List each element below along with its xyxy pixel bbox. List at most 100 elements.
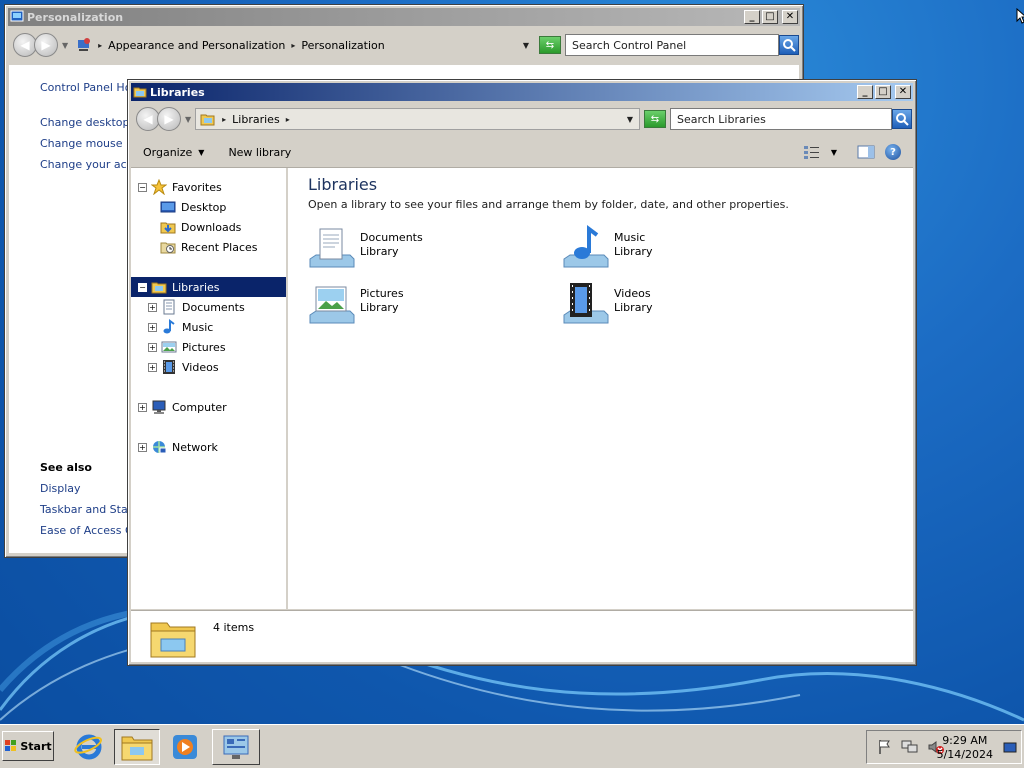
- address-bar[interactable]: ▸ Libraries ▸ ▼: [195, 108, 640, 130]
- tree-item-downloads[interactable]: Downloads: [131, 217, 286, 237]
- videos-library-icon: [563, 283, 609, 324]
- details-pane: 4 items: [131, 610, 913, 662]
- preview-pane-icon[interactable]: [857, 144, 875, 160]
- library-item-documents[interactable]: Documents Library: [308, 225, 423, 273]
- pictures-icon: [161, 341, 177, 353]
- minimize-button[interactable]: _: [744, 10, 760, 24]
- libraries-window[interactable]: Libraries _ □ ✕ ◀ ▶ ▼ ▸ Libraries ▸ ▼ ⇆ …: [127, 79, 917, 666]
- taskbar-control-panel[interactable]: [212, 729, 260, 765]
- personalization-icon: [10, 10, 24, 22]
- expand-toggle[interactable]: +: [138, 402, 147, 412]
- tree-item-favorites[interactable]: − Favorites: [131, 177, 286, 197]
- breadcrumb-libraries[interactable]: Libraries: [232, 113, 280, 126]
- minimize-button[interactable]: _: [857, 85, 873, 99]
- breadcrumb-personalization[interactable]: Personalization: [301, 39, 384, 52]
- maximize-button[interactable]: □: [762, 10, 778, 24]
- change-view-icon[interactable]: [803, 144, 821, 160]
- address-bar[interactable]: ▸ Appearance and Personalization ▸ Perso…: [72, 34, 535, 56]
- libraries-icon: [133, 87, 147, 98]
- item-count: 4 items: [213, 621, 255, 634]
- help-icon[interactable]: ?: [885, 144, 901, 160]
- command-bar: Organize ▼ New library ▼ ?: [131, 138, 913, 168]
- collapse-toggle[interactable]: −: [138, 282, 147, 292]
- forward-button[interactable]: ▶: [34, 33, 58, 57]
- search-placeholder: Search Libraries: [677, 112, 766, 126]
- personalization-titlebar[interactable]: Personalization _ □ ✕: [8, 8, 800, 26]
- internet-explorer-icon: [74, 734, 103, 760]
- breadcrumb-separator[interactable]: ▸: [98, 41, 102, 50]
- library-item-pictures[interactable]: Pictures Library: [308, 281, 404, 329]
- star-icon: [151, 179, 167, 195]
- expand-toggle[interactable]: +: [148, 322, 157, 332]
- refresh-button[interactable]: ⇆: [539, 36, 561, 54]
- tree-item-desktop[interactable]: Desktop: [131, 197, 286, 217]
- new-library-button[interactable]: New library: [228, 146, 291, 159]
- search-button[interactable]: [779, 35, 799, 55]
- clock-date: 5/14/2024: [936, 748, 993, 761]
- expand-toggle[interactable]: +: [148, 302, 157, 312]
- start-button[interactable]: Start: [2, 731, 54, 761]
- breadcrumb-separator[interactable]: ▸: [222, 115, 226, 124]
- taskbar-internet-explorer[interactable]: [66, 729, 112, 765]
- address-history-dropdown[interactable]: ▼: [523, 41, 529, 50]
- tree-label: Libraries: [172, 280, 220, 294]
- search-libraries-input[interactable]: Search Libraries: [670, 108, 892, 130]
- library-item-music[interactable]: Music Library: [562, 225, 652, 273]
- computer-icon: [152, 400, 166, 414]
- tree-label: Downloads: [181, 220, 242, 234]
- tree-item-network[interactable]: + Network: [131, 437, 286, 457]
- tree-item-computer[interactable]: + Computer: [131, 397, 286, 417]
- search-button[interactable]: [892, 109, 912, 129]
- show-desktop-icon[interactable]: [1003, 742, 1017, 754]
- view-options-dropdown[interactable]: ▼: [831, 148, 837, 157]
- media-player-icon: [173, 735, 197, 759]
- windows-explorer-icon: [121, 736, 153, 761]
- clock[interactable]: 9:29 AM 5/14/2024: [937, 734, 993, 762]
- organize-button[interactable]: Organize ▼: [143, 146, 204, 159]
- libraries-titlebar[interactable]: Libraries _ □ ✕: [131, 83, 913, 101]
- breadcrumb-separator[interactable]: ▸: [286, 115, 290, 124]
- taskbar-media-player[interactable]: [162, 729, 208, 765]
- forward-button[interactable]: ▶: [157, 107, 181, 131]
- library-item-videos[interactable]: Videos Library: [562, 281, 652, 329]
- maximize-button[interactable]: □: [875, 85, 891, 99]
- address-history-dropdown[interactable]: ▼: [627, 115, 633, 124]
- tree-item-recent-places[interactable]: Recent Places: [131, 237, 286, 257]
- close-button[interactable]: ✕: [782, 10, 798, 24]
- recent-pages-dropdown[interactable]: ▼: [185, 115, 191, 124]
- tree-item-documents[interactable]: + Documents: [131, 297, 286, 317]
- documents-icon: [163, 299, 175, 315]
- recent-pages-dropdown[interactable]: ▼: [62, 41, 68, 50]
- tree-item-pictures[interactable]: + Pictures: [131, 337, 286, 357]
- search-control-panel-input[interactable]: Search Control Panel: [565, 34, 779, 56]
- search-icon: [783, 39, 796, 52]
- close-button[interactable]: ✕: [895, 85, 911, 99]
- library-kind: Library: [614, 245, 653, 258]
- breadcrumb-appearance[interactable]: Appearance and Personalization: [108, 39, 285, 52]
- search-placeholder: Search Control Panel: [572, 38, 687, 52]
- network-status-icon[interactable]: [901, 739, 919, 755]
- desktop-icon: [160, 201, 176, 213]
- tree-item-videos[interactable]: + Videos: [131, 357, 286, 377]
- expand-toggle[interactable]: +: [138, 442, 147, 452]
- tree-label: Videos: [182, 360, 219, 374]
- library-name: Videos: [614, 287, 651, 300]
- action-center-flag-icon[interactable]: [877, 739, 893, 755]
- libraries-folder-icon: [151, 282, 167, 294]
- tree-item-libraries[interactable]: − Libraries: [131, 277, 286, 297]
- expand-toggle[interactable]: +: [148, 342, 157, 352]
- breadcrumb-separator[interactable]: ▸: [291, 41, 295, 50]
- taskbar: Start 9:29 AM 5/14/2024: [0, 724, 1024, 768]
- collapse-toggle[interactable]: −: [138, 182, 147, 192]
- taskbar-windows-explorer[interactable]: [114, 729, 160, 765]
- refresh-button[interactable]: ⇆: [644, 110, 666, 128]
- expand-toggle[interactable]: +: [148, 362, 157, 372]
- film-icon: [163, 360, 175, 374]
- tree-item-music[interactable]: + Music: [131, 317, 286, 337]
- search-icon: [896, 113, 909, 126]
- library-kind: Library: [614, 301, 653, 314]
- library-kind: Library: [360, 301, 399, 314]
- documents-library-icon: [309, 228, 355, 268]
- libraries-folder-large-icon: [150, 622, 196, 658]
- content-pane: Libraries Open a library to see your fil…: [290, 168, 913, 609]
